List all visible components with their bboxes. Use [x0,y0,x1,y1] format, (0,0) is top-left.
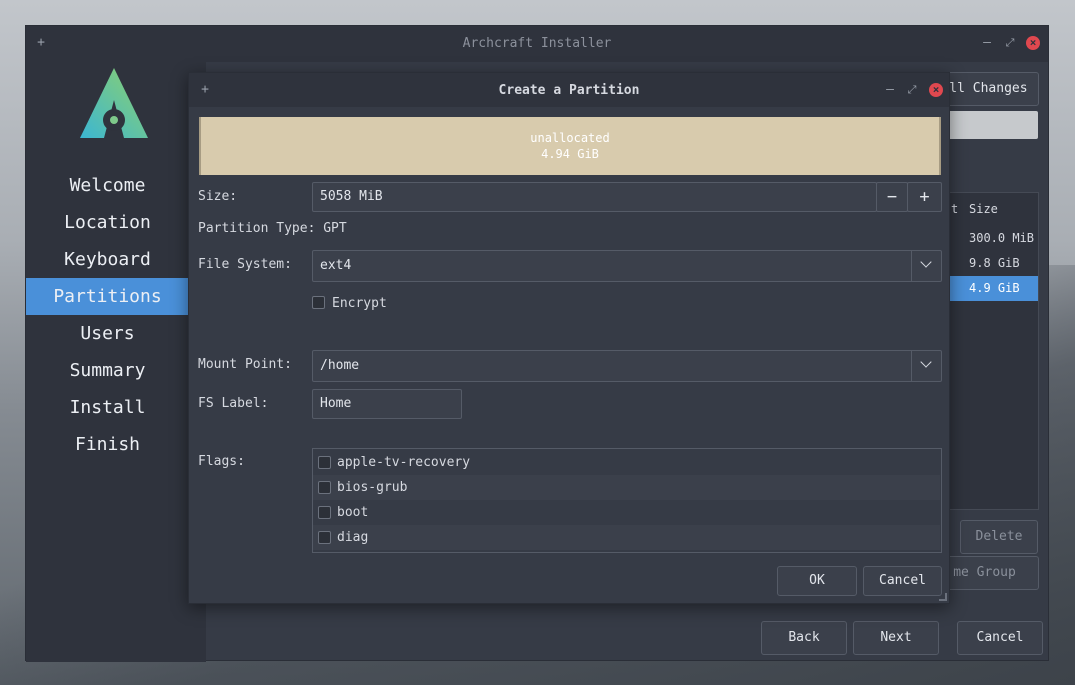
segment-size: 4.94 GiB [541,147,599,161]
table-header-size: Size [969,202,998,216]
size-increment-button[interactable]: + [907,182,942,212]
segment-name: unallocated [530,131,610,145]
dialog-cancel-button[interactable]: Cancel [863,566,942,596]
maximize-icon[interactable]: ⤢ [1003,36,1017,50]
partition-type-text: Partition Type: GPT [198,221,347,236]
size-label: Size: [198,189,238,204]
sidebar-item-summary[interactable]: Summary [26,352,189,389]
fs-label-label: FS Label: [198,396,269,411]
sidebar-item-install[interactable]: Install [26,389,189,426]
minimize-icon[interactable]: – [980,36,994,50]
list-item[interactable]: apple-tv-recovery [313,450,940,475]
chevron-down-icon[interactable] [911,351,941,381]
cancel-button[interactable]: Cancel [957,621,1043,655]
window-title: Archcraft Installer [462,36,612,51]
flag-checkbox[interactable] [318,531,331,544]
flag-checkbox[interactable] [318,456,331,469]
maximize-icon[interactable]: ⤢ [905,83,919,97]
list-item[interactable]: diag [313,525,940,550]
fs-label-input[interactable]: Home [312,389,462,419]
partition-preview-bar: unallocated 4.94 GiB [199,117,941,175]
delete-button[interactable]: Delete [960,520,1038,554]
sidebar-item-partitions[interactable]: Partitions [26,278,189,315]
encrypt-checkbox[interactable] [312,296,325,309]
flags-label: Flags: [198,454,245,469]
sidebar-item-keyboard[interactable]: Keyboard [26,241,189,278]
flag-checkbox[interactable] [318,481,331,494]
file-system-label: File System: [198,257,292,272]
resize-grip-icon[interactable] [939,593,947,601]
size-decrement-button[interactable]: − [876,182,908,212]
chevron-down-icon[interactable] [911,251,941,281]
mount-point-label: Mount Point: [198,357,292,372]
create-partition-dialog: + Create a Partition – ⤢ × unallocated 4… [188,72,950,604]
archcraft-logo-icon [80,68,148,138]
back-button[interactable]: Back [761,621,847,655]
sidebar-item-welcome[interactable]: Welcome [26,167,189,204]
table-header-mount: t [951,202,959,216]
encrypt-label: Encrypt [332,296,387,311]
list-item[interactable]: bios-grub [313,475,940,500]
sidebar-item-location[interactable]: Location [26,204,189,241]
size-input[interactable]: 5058 MiB [312,182,877,212]
file-system-select[interactable]: ext4 [312,250,942,282]
flags-list: apple-tv-recovery bios-grub boot diag [312,448,942,553]
minimize-icon[interactable]: – [883,83,897,97]
ok-button[interactable]: OK [777,566,857,596]
close-icon[interactable]: × [929,83,943,97]
sidebar-item-finish[interactable]: Finish [26,426,189,463]
next-button[interactable]: Next [853,621,939,655]
close-icon[interactable]: × [1026,36,1040,50]
window-titlebar: + Archcraft Installer – ⤢ × [26,26,1048,62]
sidebar: Welcome Location Keyboard Partitions Use… [26,62,206,662]
dialog-title: Create a Partition [498,83,640,98]
sidebar-item-users[interactable]: Users [26,315,189,352]
list-item[interactable]: boot [313,500,940,525]
dialog-titlebar: + Create a Partition – ⤢ × [189,73,949,107]
flag-checkbox[interactable] [318,506,331,519]
mount-point-select[interactable]: /home [312,350,942,382]
